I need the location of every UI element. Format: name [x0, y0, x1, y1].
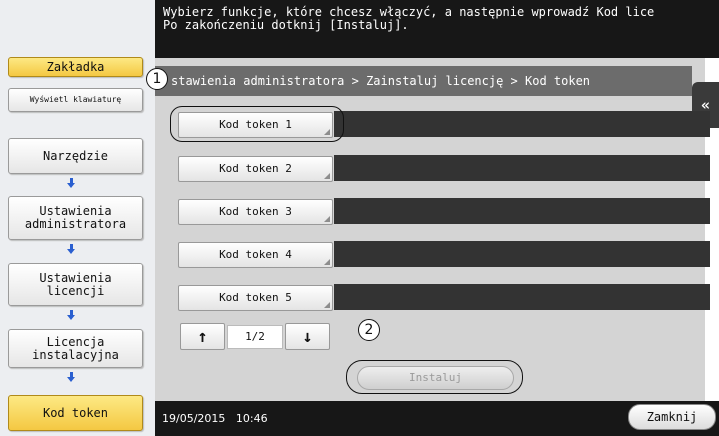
left-panel: Zakładka Wyświetl klawiaturę Narzędzie U…	[0, 0, 155, 436]
menu-item-token-code[interactable]: Kod token	[8, 395, 143, 431]
status-date: 19/05/2015	[162, 412, 226, 425]
breadcrumb: stawienia administratora > Zainstaluj li…	[155, 66, 692, 96]
token-5-field[interactable]	[334, 284, 710, 310]
token-3-label: Kod token 3	[219, 205, 292, 218]
token-3-button[interactable]: Kod token 3	[178, 199, 333, 225]
token-5-label: Kod token 5	[219, 291, 292, 304]
corner-mark-icon	[324, 216, 330, 222]
token-4-field[interactable]	[334, 241, 710, 267]
token-2-button[interactable]: Kod token 2	[178, 156, 333, 182]
instruction-line-2: Po zakończeniu dotknij [Instaluj].	[163, 18, 409, 32]
menu-item-admin-settings[interactable]: Ustawienia administratora	[8, 196, 143, 240]
instruction-line-1: Wybierz funkcje, które chcesz włączyć, a…	[163, 5, 655, 19]
highlight-ring-token-1	[170, 106, 344, 142]
instruction-message: Wybierz funkcje, które chcesz włączyć, a…	[155, 0, 719, 58]
menu-item-tool[interactable]: Narzędzie	[8, 138, 143, 174]
corner-mark-icon	[324, 259, 330, 265]
token-4-button[interactable]: Kod token 4	[178, 242, 333, 268]
page-indicator: 1/2	[227, 325, 283, 349]
token-3-field[interactable]	[334, 198, 710, 224]
page-up-button[interactable]: ↑	[180, 323, 225, 350]
token-4-label: Kod token 4	[219, 248, 292, 261]
menu-item-license-settings[interactable]: Ustawienia licencji	[8, 263, 143, 306]
corner-mark-icon	[324, 302, 330, 308]
menu-item-install-license[interactable]: Licencja instalacyjna	[8, 329, 143, 368]
corner-mark-icon	[324, 173, 330, 179]
bookmark-button[interactable]: Zakładka	[8, 57, 143, 77]
token-5-button[interactable]: Kod token 5	[178, 285, 333, 311]
callout-1: 1	[146, 68, 168, 90]
show-keyboard-button[interactable]: Wyświetl klawiaturę	[8, 88, 143, 112]
arrow-up-icon: ↑	[197, 326, 208, 347]
highlight-ring-install	[346, 360, 523, 394]
status-time: 10:46	[235, 412, 268, 425]
page-down-button[interactable]: ↓	[285, 323, 330, 350]
date-time: 19/05/2015 10:46	[162, 412, 268, 425]
token-2-field[interactable]	[334, 155, 710, 181]
close-button[interactable]: Zamknij	[628, 404, 716, 430]
token-2-label: Kod token 2	[219, 162, 292, 175]
token-1-field[interactable]	[334, 111, 710, 137]
callout-2: 2	[358, 319, 380, 341]
arrow-down-icon: ↓	[302, 326, 313, 347]
